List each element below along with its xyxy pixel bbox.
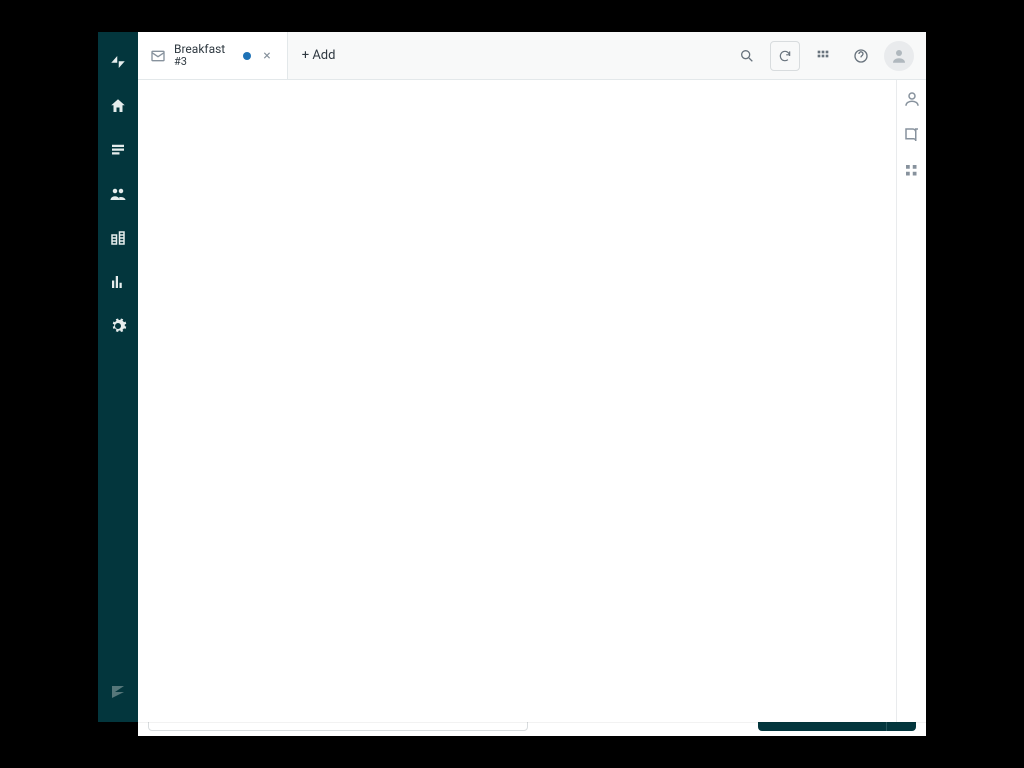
top-tab-bar: Breakfast#3 × + Add [138, 32, 926, 80]
mail-icon [150, 48, 166, 64]
home-icon[interactable] [98, 86, 138, 126]
unsaved-dot-icon [243, 52, 251, 60]
customers-icon[interactable] [98, 174, 138, 214]
zendesk-logo-icon[interactable] [98, 42, 138, 82]
refresh-button[interactable] [770, 41, 800, 71]
views-icon[interactable] [98, 130, 138, 170]
search-button[interactable] [732, 41, 762, 71]
ticket-tab[interactable]: Breakfast#3 × [138, 32, 288, 79]
admin-icon[interactable] [98, 306, 138, 346]
global-nav [98, 32, 138, 722]
organizations-icon[interactable] [98, 218, 138, 258]
apps-grid-icon[interactable] [808, 41, 838, 71]
knowledge-icon[interactable] [903, 126, 921, 144]
tab-title: Breakfast#3 [174, 43, 225, 68]
reporting-icon[interactable] [98, 262, 138, 302]
context-panel-rail [896, 80, 926, 722]
zendesk-products-icon[interactable] [98, 672, 138, 712]
add-tab-button[interactable]: + Add [288, 32, 350, 79]
apps-icon[interactable] [903, 162, 921, 180]
tab-close-button[interactable]: × [259, 48, 274, 64]
help-button[interactable] [846, 41, 876, 71]
current-user-avatar[interactable] [884, 41, 914, 71]
user-context-icon[interactable] [903, 90, 921, 108]
